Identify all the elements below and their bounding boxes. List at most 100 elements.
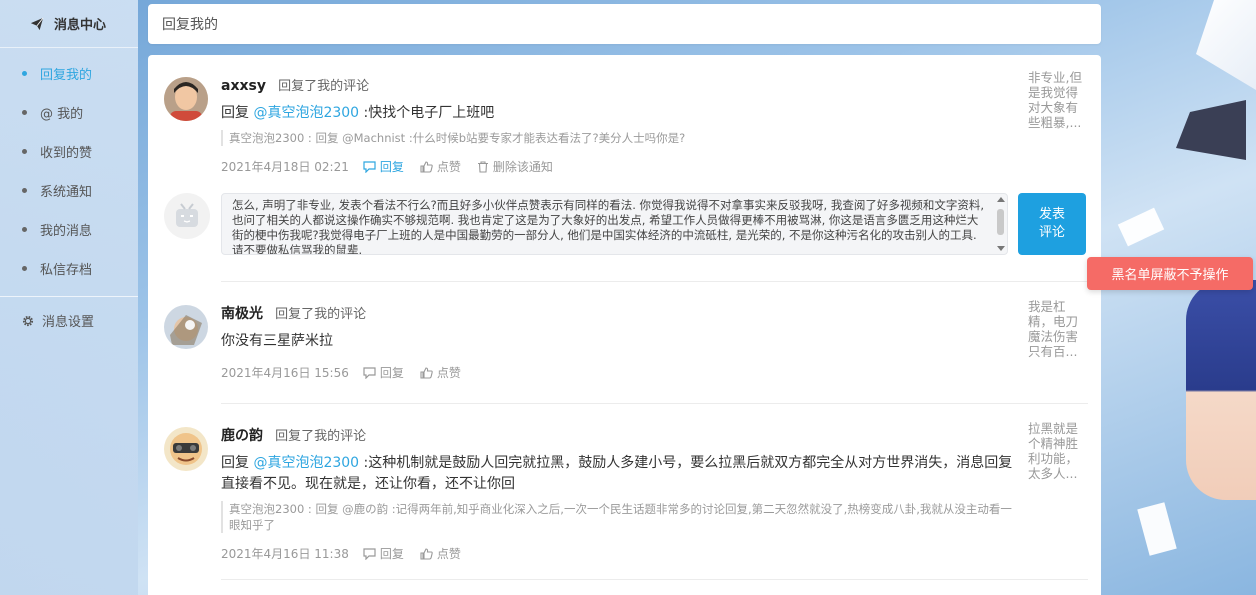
original-comment-preview[interactable]: 我是杠精，电刀魔法伤害只有百...: [1028, 299, 1088, 359]
mention-link[interactable]: @真空泡泡2300: [253, 455, 359, 471]
action-text: 回复了我的评论: [275, 429, 367, 444]
reply-body: 你没有三星萨米拉: [221, 333, 333, 349]
post-button-line2: 评论: [1038, 225, 1065, 240]
sidebar-divider: [0, 296, 138, 297]
bullet-icon: [22, 71, 27, 76]
sidebar-title: 消息中心: [54, 18, 107, 33]
background-illustration: [1096, 0, 1256, 595]
reply-prefix: 回复: [221, 455, 254, 471]
reply-prefix: 回复: [221, 105, 254, 121]
avatar[interactable]: [164, 427, 208, 471]
item-actions: 2021年4月18日 02:21 回复 点赞 删除该通知: [221, 158, 1021, 175]
sidebar-item-at-me[interactable]: @ 我的: [0, 93, 138, 132]
mention-link[interactable]: @真空泡泡2300: [253, 105, 359, 121]
scroll-thumb[interactable]: [997, 209, 1004, 235]
gear-icon: [22, 315, 34, 326]
bullet-icon: [22, 110, 27, 115]
reply-button-label: 回复: [379, 366, 404, 380]
reply-button-label: 回复: [379, 160, 404, 174]
reply-content: 回复 @真空泡泡2300 :这种机制就是鼓励人回完就拉黑，鼓励人多建小号，要么拉…: [221, 453, 1021, 495]
avatar[interactable]: [164, 305, 208, 349]
reply-button[interactable]: 回复: [363, 364, 404, 381]
sidebar-header: 消息中心: [0, 0, 138, 48]
username[interactable]: 鹿の韵: [221, 428, 263, 444]
paper-plane-icon: [30, 17, 44, 30]
quoted-comment[interactable]: 真空泡泡2300 : 回复 @Machnist :什么时候b站要专家才能表达看法…: [221, 130, 1021, 146]
list-item: 鹿の韵 回复了我的评论 回复 @真空泡泡2300 :这种机制就是鼓励人回完就拉黑…: [148, 403, 1101, 583]
sidebar-item-label: 收到的赞: [40, 146, 93, 161]
sidebar-item-label: 私信存档: [40, 263, 93, 278]
username[interactable]: 南极光: [221, 306, 263, 322]
like-button-label: 点赞: [436, 547, 461, 561]
sidebar-menu: 回复我的 @ 我的 收到的赞 系统通知 我的消息 私信存档 消息设置: [0, 48, 138, 340]
sidebar-item-label: 回复我的: [40, 68, 93, 83]
list-item: 南极光 回复了我的评论 你没有三星萨米拉 2021年4月16日 15:56 回复: [148, 281, 1101, 401]
username[interactable]: axxsy: [221, 78, 266, 94]
like-button[interactable]: 点赞: [420, 545, 461, 562]
timestamp: 2021年4月16日 15:56: [221, 366, 349, 380]
sidebar-item-my-messages[interactable]: 我的消息: [0, 210, 138, 249]
post-button-line1: 发表: [1038, 207, 1065, 222]
item-actions: 2021年4月16日 11:38 回复 点赞: [221, 545, 1021, 562]
user-photo-icon: [164, 77, 208, 121]
original-comment-preview[interactable]: 拉黑就是个精神胜利功能，太多人...: [1028, 421, 1088, 481]
paper-decoration: [1137, 502, 1177, 556]
bullet-icon: [22, 149, 27, 154]
quoted-comment[interactable]: 真空泡泡2300 : 回复 @鹿の韵 :记得两年前,知乎商业化深入之后,一次一个…: [221, 501, 1021, 533]
like-button[interactable]: 点赞: [420, 158, 461, 175]
action-text: 回复了我的评论: [278, 79, 370, 94]
trash-icon: [477, 160, 488, 173]
sidebar-item-likes[interactable]: 收到的赞: [0, 132, 138, 171]
timestamp: 2021年4月16日 11:38: [221, 547, 349, 561]
user-photo-icon: [164, 427, 208, 471]
wing-decoration: [1196, 0, 1256, 90]
reply-textarea[interactable]: 怎么, 声明了非专业, 发表个看法不行么?而且好多小伙伴点赞表示有同样的看法. …: [221, 193, 1008, 255]
paper-decoration: [1117, 207, 1165, 247]
bullet-icon: [22, 188, 27, 193]
comment-icon: [363, 160, 376, 173]
sidebar-item-system-notice[interactable]: 系统通知: [0, 171, 138, 210]
sidebar-item-label: @ 我的: [40, 107, 84, 122]
page-title: 回复我的: [162, 17, 218, 33]
sidebar-item-label: 我的消息: [40, 224, 93, 239]
reply-button[interactable]: 回复: [363, 158, 404, 175]
action-text: 回复了我的评论: [275, 307, 367, 322]
blacklist-toast: 黑名单屏蔽不予操作: [1087, 257, 1253, 290]
original-comment-preview[interactable]: 非专业,但是我觉得对大象有些粗暴,...: [1028, 70, 1088, 130]
user-photo-icon: [164, 305, 208, 349]
sidebar-item-archive[interactable]: 私信存档: [0, 249, 138, 288]
bullet-icon: [22, 266, 27, 271]
like-button[interactable]: 点赞: [420, 364, 461, 381]
list-item: axxsy 回复了我的评论 回复 @真空泡泡2300 :快找个电子厂上班吧 真空…: [148, 55, 1101, 290]
toast-text: 黑名单屏蔽不予操作: [1111, 268, 1229, 283]
sidebar-item-reply-me[interactable]: 回复我的: [0, 54, 138, 93]
timestamp: 2021年4月18日 02:21: [221, 160, 349, 174]
character-illustration: [1186, 280, 1256, 500]
comment-icon: [363, 366, 376, 379]
like-button-label: 点赞: [436, 366, 461, 380]
my-avatar: [164, 193, 210, 239]
like-button-label: 点赞: [436, 160, 461, 174]
sidebar: 消息中心 回复我的 @ 我的 收到的赞 系统通知 我的消息 私信存档 消息设置: [0, 0, 138, 595]
sidebar-item-settings[interactable]: 消息设置: [0, 301, 138, 340]
sidebar-item-label: 系统通知: [40, 185, 93, 200]
reply-button[interactable]: 回复: [363, 545, 404, 562]
bullet-icon: [22, 227, 27, 232]
reply-content: 回复 @真空泡泡2300 :快找个电子厂上班吧: [221, 103, 1021, 124]
thumbs-up-icon: [420, 547, 433, 560]
divider: [221, 579, 1088, 580]
delete-notice-button[interactable]: 删除该通知: [477, 158, 553, 175]
delete-button-label: 删除该通知: [492, 160, 553, 174]
item-actions: 2021年4月16日 15:56 回复 点赞: [221, 364, 1021, 381]
comment-icon: [363, 547, 376, 560]
reply-button-label: 回复: [379, 547, 404, 561]
avatar[interactable]: [164, 77, 208, 121]
scroll-down-arrow-icon[interactable]: [997, 246, 1005, 251]
reply-content: 你没有三星萨米拉: [221, 331, 1021, 352]
ship-decoration: [1176, 100, 1246, 160]
textarea-scrollbar[interactable]: [996, 197, 1005, 251]
reply-textarea-content: 怎么, 声明了非专业, 发表个看法不行么?而且好多小伙伴点赞表示有同样的看法. …: [232, 198, 984, 255]
post-comment-button[interactable]: 发表 评论: [1018, 193, 1086, 255]
thumbs-up-icon: [420, 366, 433, 379]
scroll-up-arrow-icon[interactable]: [997, 197, 1005, 202]
